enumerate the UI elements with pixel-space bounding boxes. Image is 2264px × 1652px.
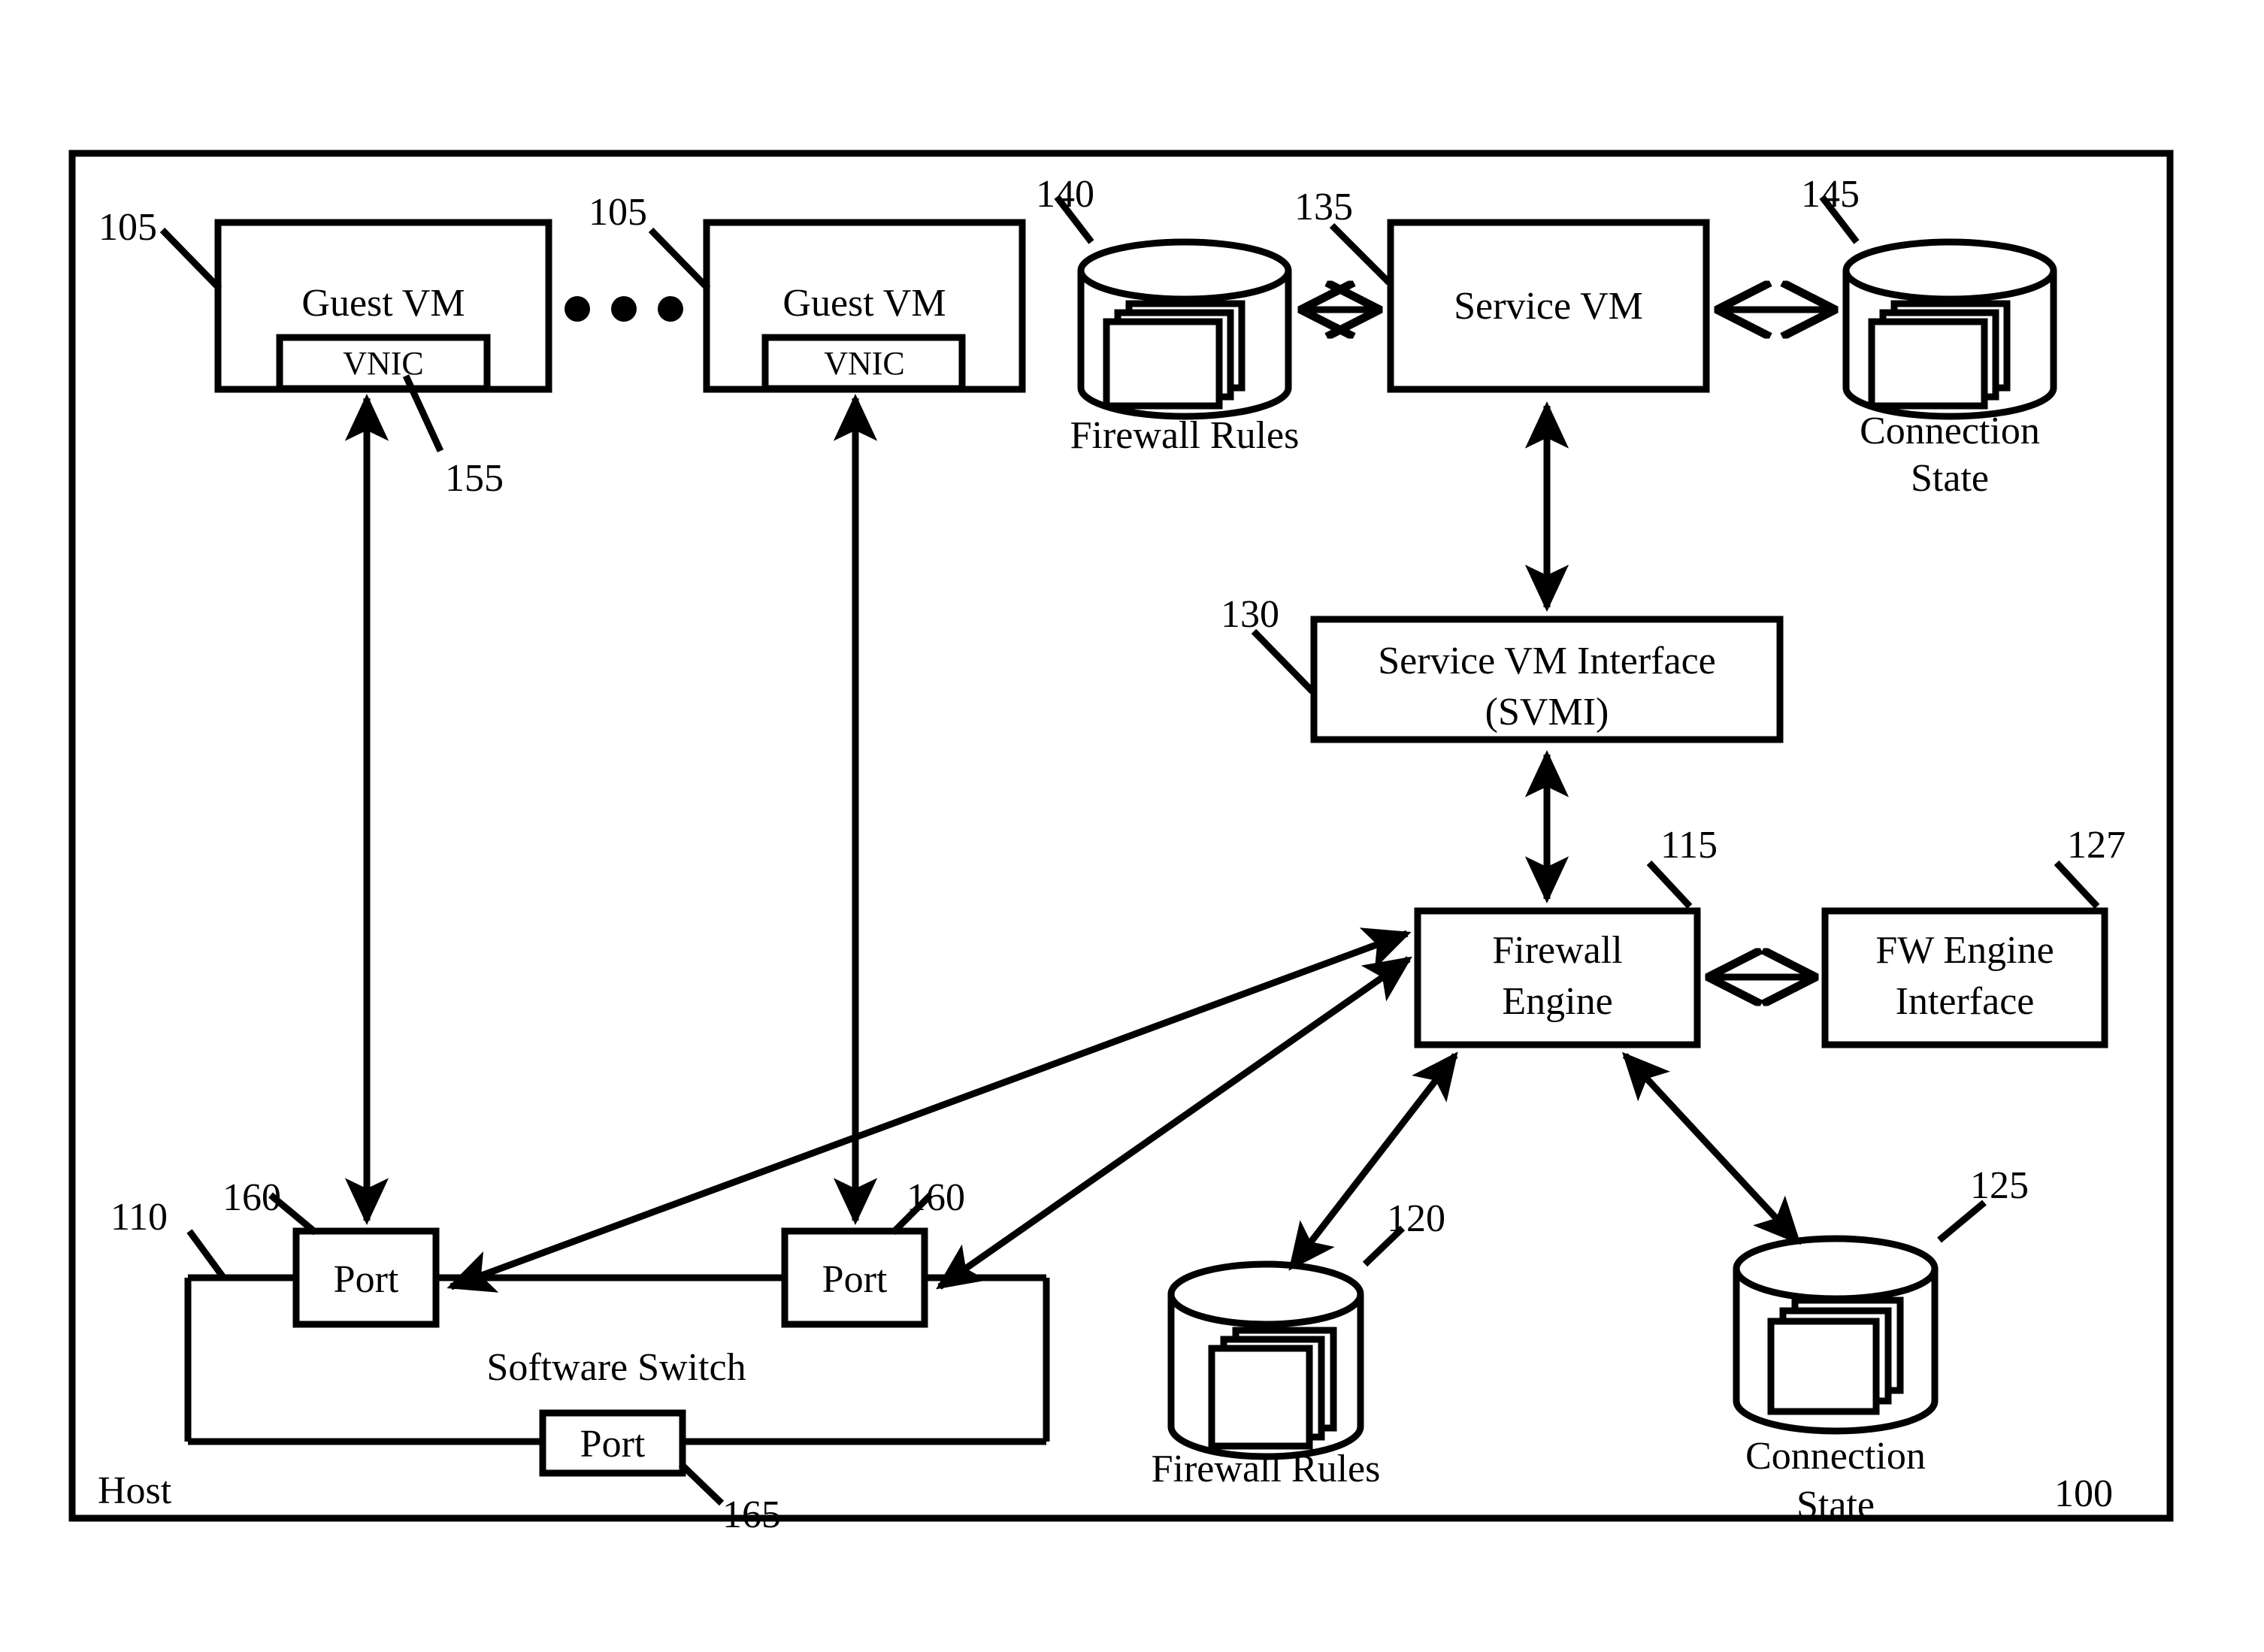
ref-105-right: 105 [589, 191, 647, 234]
diagram-vector-layer [68, 150, 2174, 1522]
ref-165: 165 [722, 1493, 781, 1536]
connection-state-bottom-cylinder [1733, 1235, 1939, 1435]
vnic-left-label: VNIC [343, 345, 424, 382]
firewall-engine-label-1: Firewall [1492, 929, 1623, 972]
svmi-label-2: (SVMI) [1485, 691, 1609, 734]
arrow-port-left-firewall-engine [446, 927, 1412, 1293]
ellipsis-dot-2 [611, 296, 637, 322]
guest-vm-left-label: Guest VM [301, 282, 465, 325]
connection-state-top-label-2: State [1911, 457, 1989, 500]
ref-105-left: 105 [98, 206, 157, 249]
ref-127: 127 [2067, 824, 2126, 867]
ref-127-leader [2054, 860, 2100, 909]
arrow-fwengine-connstate-bottom [1621, 1051, 1802, 1245]
ref-125-leader [1937, 1200, 1987, 1243]
ref-155: 155 [445, 457, 504, 500]
ref-105-left-leader [159, 227, 222, 292]
ref-110-leader [186, 1229, 225, 1278]
connection-state-top-cylinder [1842, 238, 2057, 420]
fw-engine-interface-label-1: FW Engine [1875, 929, 2054, 972]
ref-110: 110 [110, 1196, 168, 1239]
ref-105-right-leader [648, 227, 711, 292]
port-right-label: Port [822, 1258, 888, 1301]
connection-state-top-label-1: Connection [1860, 410, 2040, 452]
ref-130: 130 [1221, 593, 1279, 636]
guest-vm-right-label: Guest VM [782, 282, 946, 325]
host-label: Host [98, 1469, 172, 1512]
port-bottom-label: Port [580, 1423, 646, 1466]
ref-135: 135 [1294, 186, 1353, 228]
ellipsis-dot-3 [658, 296, 683, 322]
connection-state-bottom-label-1: Connection [1745, 1435, 1926, 1478]
ref-115: 115 [1660, 824, 1718, 867]
ref-140: 140 [1036, 173, 1094, 216]
figure-canvas: Guest VM VNIC 105 155 Guest VM VNIC 105 … [0, 0, 2264, 1652]
vnic-right-label: VNIC [824, 345, 905, 382]
ellipsis-dot-1 [564, 296, 590, 322]
ref-130-leader [1251, 628, 1315, 694]
firewall-rules-top-cylinder [1077, 238, 1292, 420]
ref-160-left: 160 [222, 1176, 281, 1219]
ref-125: 125 [1970, 1164, 2029, 1207]
ref-145: 145 [1801, 173, 1860, 216]
firewall-rules-bottom-cylinder [1167, 1260, 1364, 1460]
arrow-port-right-firewall-engine [936, 956, 1412, 1290]
firewall-rules-top-label: Firewall Rules [1070, 414, 1300, 457]
svmi-label-1: Service VM Interface [1378, 640, 1716, 682]
fw-engine-interface-label-2: Interface [1895, 980, 2035, 1023]
ref-120: 120 [1387, 1197, 1445, 1240]
ref-115-leader [1646, 860, 1693, 909]
ref-135-leader [1329, 222, 1392, 286]
service-vm-label: Service VM [1454, 285, 1643, 328]
ref-160-right: 160 [907, 1176, 965, 1219]
connection-state-bottom-label-2: State [1796, 1484, 1875, 1526]
firewall-rules-bottom-label: Firewall Rules [1151, 1448, 1381, 1490]
ref-165-leader [678, 1461, 725, 1506]
firewall-engine-label-2: Engine [1502, 980, 1613, 1023]
port-left-label: Port [333, 1258, 399, 1301]
software-switch-label: Software Switch [486, 1346, 746, 1389]
figure-ref-100: 100 [2054, 1472, 2113, 1515]
